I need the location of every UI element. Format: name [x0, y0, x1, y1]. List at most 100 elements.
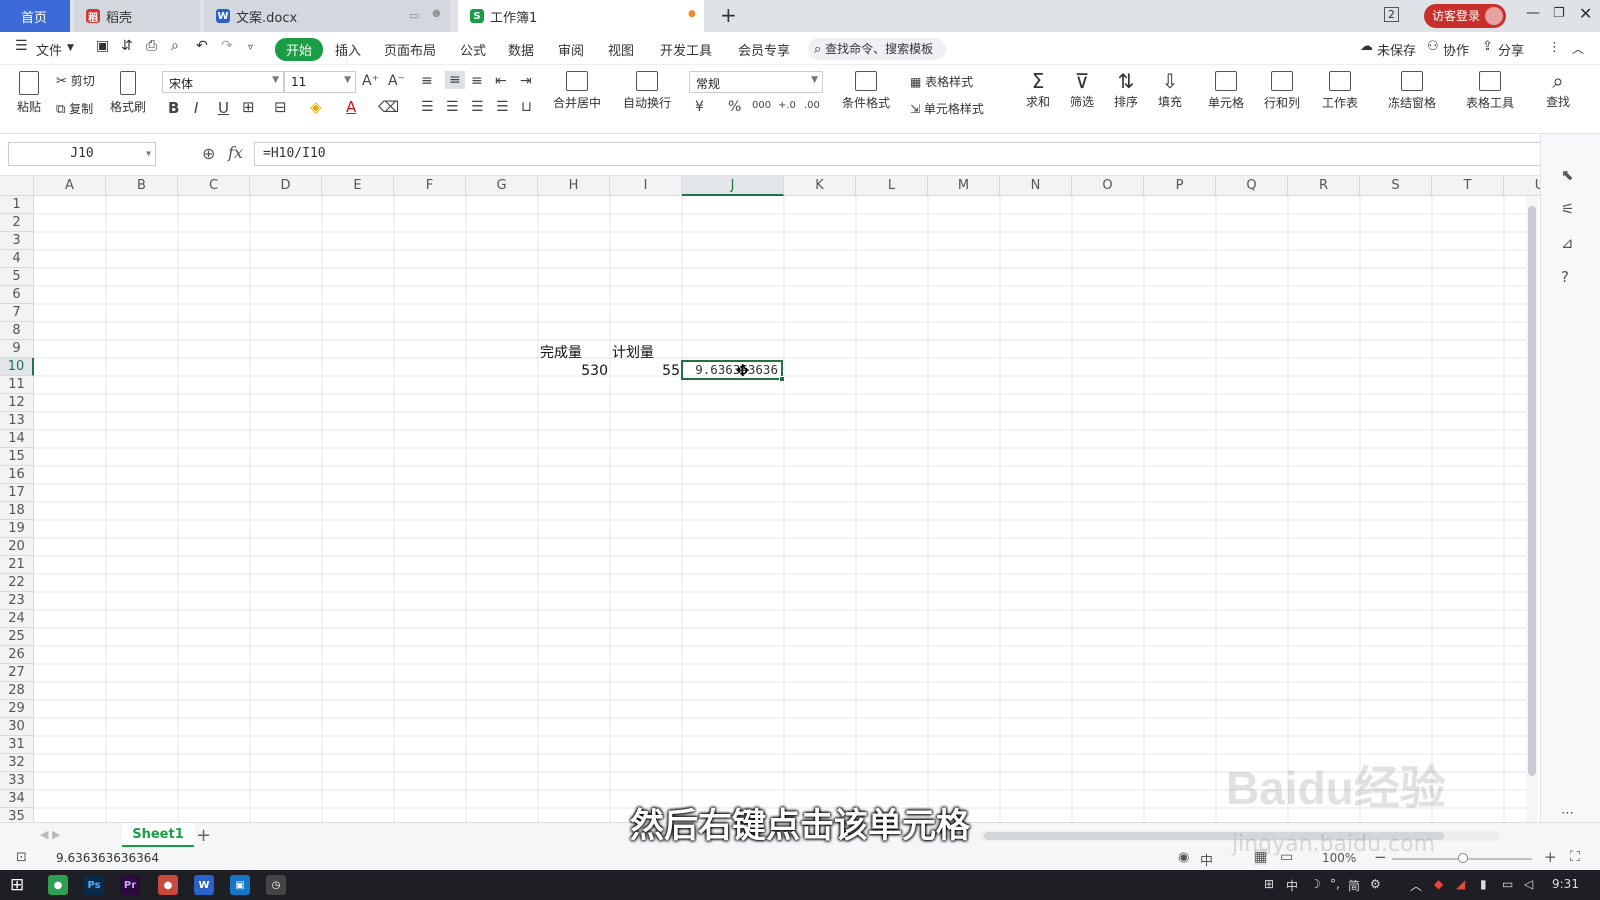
share-file-icon[interactable]: ⇵	[121, 38, 133, 54]
alert-icon[interactable]: ◢	[1456, 877, 1465, 891]
menu-tab-view[interactable]: 视图	[608, 40, 634, 59]
zoom-slider-thumb[interactable]	[1458, 853, 1468, 863]
cell-i9[interactable]: 计划量	[612, 344, 654, 362]
row-header-12[interactable]: 12	[0, 394, 34, 412]
column-header-i[interactable]: I	[610, 176, 682, 196]
more-icon[interactable]: ⋯	[1561, 806, 1574, 821]
volume-icon[interactable]: ◁	[1524, 877, 1533, 891]
eraser-icon[interactable]: ⌫	[378, 98, 399, 116]
row-header-24[interactable]: 24	[0, 610, 34, 628]
cell-h9[interactable]: 完成量	[540, 344, 582, 362]
cut-button[interactable]: ✂ 剪切	[56, 72, 95, 89]
print-preview-icon[interactable]: ⌕	[171, 38, 179, 54]
sort-button[interactable]: ⇅ 排序	[1114, 69, 1138, 110]
menu-tab-member[interactable]: 会员专享	[738, 40, 790, 59]
more-options-icon[interactable]: ⋮	[1548, 40, 1561, 55]
moon-icon[interactable]: ☽	[1310, 877, 1321, 891]
taskbar-ime-chinese[interactable]: 中	[1286, 877, 1298, 894]
zoom-in-icon[interactable]: +	[1544, 848, 1557, 866]
active-cell-j10[interactable]: 9.636363636	[681, 360, 785, 382]
column-header-k[interactable]: K	[784, 176, 856, 196]
column-header-o[interactable]: O	[1072, 176, 1144, 196]
print-icon[interactable]: ⎙	[146, 38, 157, 54]
cell-h10[interactable]: 530	[540, 362, 608, 380]
browser-icon[interactable]: ●	[158, 875, 178, 895]
menu-file[interactable]: 文件	[36, 40, 62, 59]
column-header-r[interactable]: R	[1288, 176, 1360, 196]
align-top-icon[interactable]: ≡	[421, 73, 433, 89]
cell-button[interactable]: 单元格	[1208, 71, 1244, 111]
row-header-17[interactable]: 17	[0, 484, 34, 502]
justify-icon[interactable]: ☰	[496, 99, 509, 115]
paste-button[interactable]: 粘贴	[12, 71, 46, 115]
restore-icon[interactable]: ❐	[1553, 6, 1565, 21]
settings-icon[interactable]: ⚙	[1370, 877, 1381, 891]
fx-button[interactable]: fx	[228, 143, 243, 162]
filter-button[interactable]: ⊽ 筛选	[1070, 69, 1094, 110]
menu-tab-insert[interactable]: 插入	[335, 40, 361, 59]
freeze-panes-button[interactable]: 冻结窗格	[1388, 71, 1436, 111]
spreadsheet-grid[interactable]: ABCDEFGHIJKLMNOPQRSTU 1 2 3 4 5 6 7 8 9 10 11 12 13 1…	[0, 176, 1540, 822]
align-right-icon[interactable]: ☰	[471, 99, 484, 115]
minimize-icon[interactable]: —	[1526, 5, 1540, 21]
increase-decimal-button[interactable]: +.0	[778, 100, 796, 111]
row-header-15[interactable]: 15	[0, 448, 34, 466]
cell-i10[interactable]: 55	[612, 362, 680, 380]
wrap-text-button[interactable]: 自动换行	[623, 71, 671, 111]
menu-tab-formulas[interactable]: 公式	[460, 40, 486, 59]
row-header-4[interactable]: 4	[0, 250, 34, 268]
command-search-box[interactable]: ⌕ 查找命令、搜索模板	[808, 38, 946, 60]
chrome-icon[interactable]: ●	[48, 875, 68, 895]
tab-docer[interactable]: 稻 稻壳	[74, 0, 200, 32]
help-icon[interactable]: ?	[1561, 268, 1569, 286]
fill-button[interactable]: ⇩ 填充	[1158, 69, 1182, 110]
row-header-26[interactable]: 26	[0, 646, 34, 664]
row-header-8[interactable]: 8	[0, 322, 34, 340]
zoom-slider[interactable]	[1392, 853, 1532, 863]
border-icon[interactable]: ⊞	[242, 98, 255, 116]
decrease-decimal-button[interactable]: .00	[804, 100, 820, 111]
menu-tab-start[interactable]: 开始	[275, 38, 324, 61]
row-header-23[interactable]: 23	[0, 592, 34, 610]
thousands-button[interactable]: 000	[752, 100, 771, 111]
font-color-button[interactable]: A	[346, 98, 356, 116]
align-bottom-icon[interactable]: ≡	[471, 73, 483, 89]
increase-font-icon[interactable]: A⁺	[362, 73, 379, 89]
bold-button[interactable]: B	[168, 99, 179, 117]
row-header-16[interactable]: 16	[0, 466, 34, 484]
login-button[interactable]: 访客登录	[1424, 4, 1506, 28]
row-header-14[interactable]: 14	[0, 430, 34, 448]
row-header-13[interactable]: 13	[0, 412, 34, 430]
clock-app-icon[interactable]: ◷	[266, 875, 286, 895]
taskbar-ime-simplified[interactable]: 简	[1348, 877, 1360, 894]
quick-access-dropdown-icon[interactable]: ▿	[248, 42, 253, 53]
sum-button[interactable]: Σ 求和	[1026, 69, 1050, 110]
row-header-11[interactable]: 11	[0, 376, 34, 394]
menu-tab-developer[interactable]: 开发工具	[660, 40, 712, 59]
monitor-icon[interactable]: ▭	[409, 9, 419, 22]
row-header-35[interactable]: 35	[0, 808, 34, 822]
vertical-scroll-thumb[interactable]	[1528, 206, 1536, 776]
font-size-select[interactable]: 11 ▼	[284, 71, 356, 93]
row-header-28[interactable]: 28	[0, 682, 34, 700]
row-header-10[interactable]: 10	[0, 358, 34, 376]
sheet-tab-sheet1[interactable]: Sheet1	[122, 823, 194, 847]
row-header-1[interactable]: 1	[0, 196, 34, 214]
row-header-7[interactable]: 7	[0, 304, 34, 322]
row-header-6[interactable]: 6	[0, 286, 34, 304]
properties-icon[interactable]: ⚟	[1561, 200, 1574, 218]
decrease-font-icon[interactable]: A⁻	[388, 73, 405, 89]
find-button[interactable]: ⌕ 查找	[1546, 69, 1570, 110]
row-header-19[interactable]: 19	[0, 520, 34, 538]
new-tab-button[interactable]: +	[720, 3, 737, 27]
row-header-21[interactable]: 21	[0, 556, 34, 574]
number-format-select[interactable]: 常规 ▼	[689, 71, 823, 93]
distributed-icon[interactable]: ⊔	[521, 99, 532, 115]
merge-center-button[interactable]: 合并居中	[553, 71, 601, 111]
column-header-u[interactable]: U	[1504, 176, 1540, 196]
currency-button[interactable]: ¥	[695, 99, 704, 115]
underline-button[interactable]: U	[218, 99, 229, 117]
collapse-ribbon-icon[interactable]: ︿	[1572, 40, 1584, 57]
format-painter-button[interactable]: 格式刷	[108, 71, 148, 115]
align-left-icon[interactable]: ☰	[421, 99, 434, 115]
